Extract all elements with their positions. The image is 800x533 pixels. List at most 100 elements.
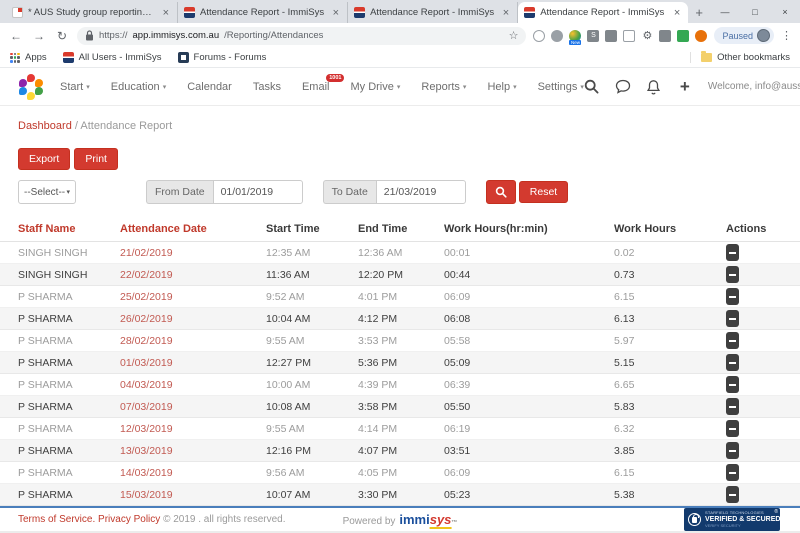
to-date-input[interactable] bbox=[376, 180, 466, 204]
export-button[interactable]: Export bbox=[18, 148, 70, 170]
row-actions-button[interactable] bbox=[726, 420, 739, 437]
col-end-time[interactable]: End Time bbox=[358, 223, 444, 235]
other-bookmarks[interactable]: Other bookmarks bbox=[690, 52, 790, 63]
cell-work-hours: 6.65 bbox=[614, 379, 726, 391]
privacy-link[interactable]: Privacy Policy bbox=[98, 514, 160, 525]
verified-secured-seal[interactable]: STARFIELD TECHNOLOGIES VERIFIED & SECURE… bbox=[684, 508, 780, 531]
reload-icon[interactable]: ↻ bbox=[54, 29, 70, 43]
row-actions-button[interactable] bbox=[726, 266, 739, 283]
menu-my-drive[interactable]: My Drive▾ bbox=[350, 81, 400, 93]
maximize-button[interactable]: □ bbox=[740, 0, 770, 23]
col-actions: Actions bbox=[726, 223, 800, 235]
staff-select[interactable]: --Select-- ▾ bbox=[18, 180, 76, 204]
menu-calendar[interactable]: Calendar bbox=[187, 81, 232, 93]
url-scheme: https:// bbox=[99, 30, 128, 41]
from-date-group: From Date bbox=[146, 180, 303, 204]
apps-shortcut[interactable]: Apps bbox=[10, 52, 47, 63]
print-button[interactable]: Print bbox=[74, 148, 118, 170]
user-account-menu[interactable]: Welcome, info@ausstudygroup.com.au ▾ bbox=[708, 81, 800, 92]
menu-tasks[interactable]: Tasks bbox=[253, 81, 281, 93]
extension-icon[interactable] bbox=[623, 30, 635, 42]
row-actions-button[interactable] bbox=[726, 332, 739, 349]
col-attendance-date[interactable]: Attendance Date bbox=[120, 223, 266, 235]
cell-attendance-date: 07/03/2019 bbox=[120, 401, 266, 413]
extension-icon[interactable]: New bbox=[569, 30, 581, 42]
extension-icon[interactable] bbox=[533, 30, 545, 42]
bookmark-all-users[interactable]: All Users - ImmiSys bbox=[63, 52, 162, 63]
browser-tab-1[interactable]: * AUS Study group reporting tha × bbox=[6, 2, 178, 23]
browser-menu-icon[interactable]: ⋮ bbox=[781, 29, 792, 42]
menu-start[interactable]: Start▾ bbox=[60, 81, 90, 93]
browser-tab-2[interactable]: Attendance Report - ImmiSys × bbox=[178, 2, 348, 23]
menu-reports[interactable]: Reports▾ bbox=[421, 81, 466, 93]
row-actions-button[interactable] bbox=[726, 354, 739, 371]
extension-icon[interactable] bbox=[605, 30, 617, 42]
chevron-down-icon: ▾ bbox=[86, 83, 90, 91]
cell-start-time: 11:36 AM bbox=[266, 269, 358, 281]
cell-start-time: 9:55 AM bbox=[266, 423, 358, 435]
forward-icon[interactable]: → bbox=[31, 29, 47, 43]
breadcrumb-dashboard-link[interactable]: Dashboard bbox=[18, 120, 72, 132]
close-window-button[interactable]: × bbox=[770, 0, 800, 23]
browser-tab-active[interactable]: Attendance Report - ImmiSys × bbox=[518, 2, 688, 23]
row-actions-button[interactable] bbox=[726, 244, 739, 261]
seal-verify: VERIFY SECURITY bbox=[705, 524, 780, 528]
col-staff-name[interactable]: Staff Name bbox=[18, 223, 120, 235]
extension-icon[interactable]: S bbox=[587, 30, 599, 42]
chat-icon[interactable] bbox=[615, 79, 631, 95]
immisys-logo[interactable] bbox=[18, 74, 44, 100]
row-actions-button[interactable] bbox=[726, 464, 739, 481]
row-actions-button[interactable] bbox=[726, 442, 739, 459]
notifications-bell-icon[interactable] bbox=[646, 79, 662, 95]
row-actions-button[interactable] bbox=[726, 486, 739, 503]
bookmarks-bar: Apps All Users - ImmiSys Forums - Forums… bbox=[0, 48, 800, 68]
menu-email[interactable]: Email1001 bbox=[302, 81, 330, 93]
row-actions-button[interactable] bbox=[726, 398, 739, 415]
tab-close-icon[interactable]: × bbox=[501, 7, 511, 19]
menu-settings[interactable]: Settings▾ bbox=[538, 81, 584, 93]
cell-attendance-date: 01/03/2019 bbox=[120, 357, 266, 369]
bookmark-star-icon[interactable]: ☆ bbox=[509, 29, 519, 42]
cell-staff-name: P SHARMA bbox=[18, 489, 120, 501]
profile-button[interactable]: Paused bbox=[714, 27, 774, 44]
new-tab-button[interactable]: + bbox=[688, 2, 710, 23]
col-start-time[interactable]: Start Time bbox=[266, 223, 358, 235]
search-button[interactable] bbox=[486, 180, 516, 204]
cell-work-hours-hm: 06:39 bbox=[444, 379, 614, 391]
reset-button[interactable]: Reset bbox=[519, 181, 568, 203]
page-title: Attendance Report bbox=[80, 120, 172, 132]
add-icon[interactable]: + bbox=[677, 79, 693, 95]
extension-icon[interactable] bbox=[551, 30, 563, 42]
tab-close-icon[interactable]: × bbox=[672, 7, 682, 19]
email-count-badge: 1001 bbox=[326, 74, 344, 82]
tab-close-icon[interactable]: × bbox=[161, 7, 171, 19]
bookmark-label: Forums - Forums bbox=[194, 52, 267, 63]
avatar bbox=[757, 29, 770, 42]
row-actions-button[interactable] bbox=[726, 310, 739, 327]
terms-link[interactable]: Terms of Service. bbox=[18, 514, 95, 525]
minimize-button[interactable]: — bbox=[710, 0, 740, 23]
tab-close-icon[interactable]: × bbox=[331, 7, 341, 19]
bookmark-forums[interactable]: Forums - Forums bbox=[178, 52, 267, 63]
camera-extension-icon[interactable] bbox=[659, 30, 671, 42]
address-bar[interactable]: https://app.immisys.com.au/Reporting/Att… bbox=[77, 27, 526, 45]
browser-tab-3[interactable]: Attendance Report - ImmiSys × bbox=[348, 2, 518, 23]
from-date-input[interactable] bbox=[213, 180, 303, 204]
gear-extension-icon[interactable]: ⚙ bbox=[641, 30, 653, 42]
cell-work-hours: 0.73 bbox=[614, 269, 726, 281]
col-work-hours[interactable]: Work Hours bbox=[614, 223, 726, 235]
cell-staff-name: P SHARMA bbox=[18, 445, 120, 457]
row-actions-button[interactable] bbox=[726, 376, 739, 393]
col-work-hours-hm[interactable]: Work Hours(hr:min) bbox=[444, 223, 614, 235]
app-navbar: Start▾ Education▾ Calendar Tasks Email10… bbox=[0, 68, 800, 106]
row-actions-button[interactable] bbox=[726, 288, 739, 305]
menu-education[interactable]: Education▾ bbox=[111, 81, 166, 93]
back-icon[interactable]: ← bbox=[8, 29, 24, 43]
cell-attendance-date: 04/03/2019 bbox=[120, 379, 266, 391]
cell-end-time: 3:53 PM bbox=[358, 335, 444, 347]
extension-icon[interactable] bbox=[677, 30, 689, 42]
search-icon[interactable] bbox=[584, 79, 600, 95]
extension-icon[interactable] bbox=[695, 30, 707, 42]
menu-help[interactable]: Help▾ bbox=[487, 81, 516, 93]
chevron-down-icon: ▾ bbox=[397, 83, 401, 91]
